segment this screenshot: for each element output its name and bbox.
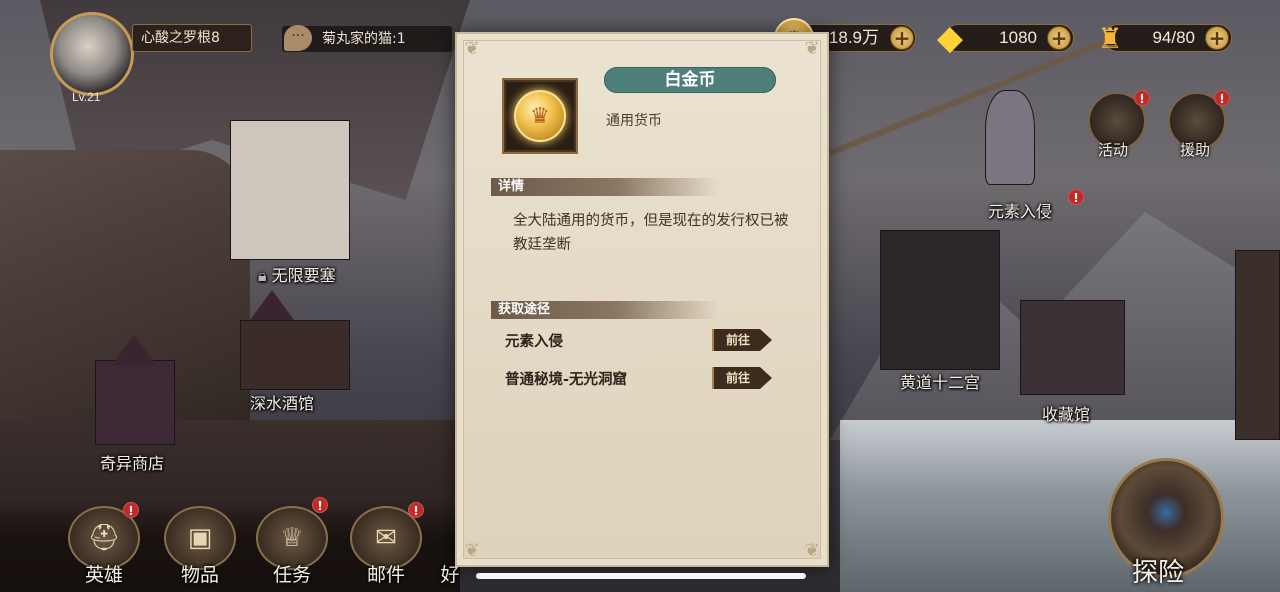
activity-label: 活动 <box>1098 141 1129 159</box>
item-title: 白金币 <box>604 67 776 93</box>
trophy-icon: ♕ <box>280 523 304 553</box>
nav-heroes-label: 英雄 <box>84 564 123 586</box>
home-indicator[interactable] <box>476 573 806 579</box>
explore-label: 探险 <box>1132 558 1185 588</box>
heroes-alert-icon: ! <box>123 502 139 518</box>
tavern-roof <box>250 290 294 320</box>
map-location-tavern[interactable]: 深水酒馆 <box>250 390 314 414</box>
item-category: 通用货币 <box>606 113 662 129</box>
activity-alert-icon: ! <box>1134 90 1150 106</box>
collection-building <box>1020 300 1125 395</box>
shop-building <box>95 360 175 445</box>
item-icon-frame: ♛ <box>502 78 578 154</box>
corner-ornament-icon: ❦ <box>804 540 820 561</box>
location-label: 无限要塞 <box>271 266 336 285</box>
player-level: Lv.21 <box>72 90 101 104</box>
element-invasion-alert-icon: ! <box>1068 189 1084 205</box>
nav-mail-label: 邮件 <box>366 564 405 586</box>
player-name[interactable]: 心酸之罗根8 <box>132 24 252 52</box>
gold-value: 18.9万 <box>828 28 879 47</box>
gold-plus-button[interactable]: + <box>890 26 914 50</box>
platinum-coin-icon: ♛ <box>514 90 566 142</box>
detail-section-header: 详情 <box>491 178 719 196</box>
item-description: 全大陆通用的货币，但是现在的发行权已被教廷垄断 <box>513 213 789 253</box>
bag-icon: ▣ <box>187 523 213 553</box>
helmet-icon: ⛑︎ <box>87 523 121 553</box>
stamina-icon: ♜ <box>1097 21 1123 55</box>
tavern-building <box>240 320 350 390</box>
mail-alert-icon: ! <box>408 502 424 518</box>
right-pagoda <box>1235 250 1280 440</box>
map-location-shop[interactable]: 奇异商店 <box>100 450 164 474</box>
stamina-plus-button[interactable]: + <box>1205 26 1229 50</box>
corner-ornament-icon: ❦ <box>804 38 820 59</box>
map-location-element-invasion[interactable]: 元素入侵 <box>988 198 1052 222</box>
diamond-plus-button[interactable]: + <box>1047 26 1071 50</box>
fortress-building <box>230 120 350 260</box>
lock-icon: 🔒︎ <box>258 266 267 285</box>
element-spire <box>985 90 1035 185</box>
support-label: 援助 <box>1180 141 1211 159</box>
nav-items-label: 物品 <box>180 564 219 586</box>
stamina-value: 94/80 <box>1152 28 1195 47</box>
diamond-value: 1080 <box>999 28 1037 47</box>
shop-roof <box>112 335 156 365</box>
zodiac-building <box>880 230 1000 370</box>
diamond-icon: ◆ <box>936 18 964 58</box>
support-alert-icon: ! <box>1214 90 1230 106</box>
corner-ornament-icon: ❦ <box>464 38 480 59</box>
source-name: 元素入侵 <box>505 334 563 350</box>
envelope-icon: ✉ <box>375 523 397 553</box>
map-location-zodiac[interactable]: 黄道十二宫 <box>900 369 980 393</box>
chat-bubble-icon[interactable]: ··· <box>284 25 312 51</box>
goto-button[interactable]: 前往 <box>712 367 772 389</box>
nav-quests-label: 任务 <box>272 564 311 586</box>
quests-alert-icon: ! <box>312 497 328 513</box>
map-location-fortress[interactable]: 🔒︎ 无限要塞 <box>258 262 336 286</box>
map-location-collection[interactable]: 收藏馆 <box>1042 401 1090 425</box>
goto-button[interactable]: 前往 <box>712 329 772 351</box>
corner-ornament-icon: ❦ <box>464 540 480 561</box>
source-name: 普通秘境-无光洞窟 <box>505 372 628 388</box>
player-avatar[interactable] <box>50 12 134 96</box>
source-section-header: 获取途径 <box>491 301 719 319</box>
